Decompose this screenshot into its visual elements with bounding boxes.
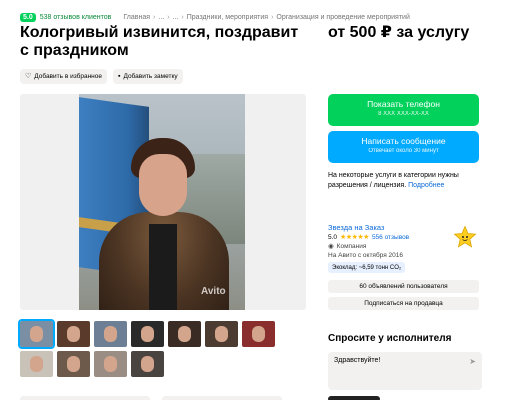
shirt [149, 224, 177, 310]
seller-rating: 5.0 [328, 233, 338, 241]
breadcrumb-ellipsis-2[interactable]: ... [173, 14, 179, 21]
thumbnail-face [141, 326, 154, 342]
breadcrumb-separator: › [181, 13, 184, 21]
thumbnail-face [104, 356, 117, 372]
thumbnail-face [67, 326, 80, 342]
breadcrumb-separator: › [167, 13, 170, 21]
thumbnail[interactable] [57, 321, 90, 347]
write-message-label: Написать сообщение [361, 136, 446, 146]
main-photo-gallery[interactable]: Avito [20, 94, 306, 310]
seller-type: ◉ Компания [328, 242, 367, 251]
seller-rating-row: 5.0 ★★★★★ 556 отзывов [328, 233, 409, 242]
breadcrumb-holidays[interactable]: Праздники, мероприятия [187, 14, 268, 21]
main-photo[interactable]: Avito [79, 94, 245, 310]
bottom-partial-block [162, 396, 282, 400]
seller-reviews-link[interactable]: 556 отзывов [372, 234, 409, 241]
thumbnail-face [215, 326, 228, 342]
reviews-link[interactable]: 538 отзывов клиентов [40, 14, 112, 21]
thumbnail-face [252, 326, 265, 342]
thumbnail-face [104, 326, 117, 342]
breadcrumb-separator: › [153, 13, 156, 21]
star-rating-icon: ★★★★★ [340, 234, 369, 241]
breadcrumb-home[interactable]: Главная [123, 14, 150, 21]
thumbnail[interactable] [131, 321, 164, 347]
write-message-button[interactable]: Написать сообщение Отвечает около 30 мин… [328, 131, 479, 163]
seller-ads-button[interactable]: 60 объявлений пользователя [328, 280, 479, 293]
breadcrumb-separator: › [271, 13, 274, 21]
thumbnail[interactable] [131, 351, 164, 377]
show-phone-button[interactable]: Показать телефон 8 XXX XXX-XX-XX [328, 94, 479, 126]
breadcrumb: Главная › ... › ... › Праздники, меропри… [123, 14, 410, 21]
bottom-partial-block [20, 396, 150, 400]
phone-masked: 8 XXX XXX-XX-XX [378, 111, 429, 117]
add-to-favorites-button[interactable]: ♡ Добавить в избранное [20, 69, 107, 84]
price: от 500 ₽ за услугу [328, 24, 470, 41]
thumbnail[interactable] [205, 321, 238, 347]
thumbnail[interactable] [242, 321, 275, 347]
rating-badge: 5.0 [20, 12, 36, 22]
seller-avatar[interactable] [453, 225, 477, 249]
face [139, 154, 187, 216]
license-more-link[interactable]: Подробнее [408, 182, 444, 189]
note-icon: ▪ [117, 73, 121, 80]
breadcrumb-ellipsis-1[interactable]: ... [158, 14, 164, 21]
breadcrumb-events[interactable]: Организация и проведение мероприятий [276, 14, 409, 21]
thumbnail[interactable] [168, 321, 201, 347]
add-note-label: Добавить заметку [123, 73, 178, 80]
thumbnail-face [141, 356, 154, 372]
avito-watermark: Avito [201, 286, 226, 297]
thumbnail-face [67, 356, 80, 372]
company-icon: ◉ [328, 243, 334, 250]
star-avatar-icon [453, 225, 477, 248]
bottom-partial-button[interactable] [328, 396, 380, 400]
thumbnail-strip [18, 319, 282, 377]
thumbnail[interactable] [57, 351, 90, 377]
subscribe-seller-button[interactable]: Подписаться на продавца [328, 297, 479, 310]
send-icon[interactable]: ➤ [469, 357, 476, 366]
ask-heading: Спросите у исполнителя [328, 333, 452, 344]
license-note: На некоторые услуги в категории нужны ра… [328, 171, 498, 191]
response-time: Отвечает около 30 минут [368, 148, 439, 154]
top-bar: 5.0 538 отзывов клиентов Главная › ... ›… [20, 10, 500, 24]
thumbnail[interactable] [94, 351, 127, 377]
message-input-value: Здравствуйте! [334, 357, 381, 364]
thumbnail-face [30, 326, 43, 342]
listing-actions: ♡ Добавить в избранное ▪ Добавить заметк… [20, 69, 183, 84]
eco-badge[interactable]: Экоклад: ~6,59 тонн CO₂ [328, 262, 406, 273]
thumbnail[interactable] [94, 321, 127, 347]
message-input[interactable]: Здравствуйте! ➤ [328, 352, 482, 390]
heart-icon: ♡ [25, 73, 32, 80]
thumbnail[interactable] [20, 351, 53, 377]
add-note-button[interactable]: ▪ Добавить заметку [112, 69, 183, 84]
thumbnail-face [30, 356, 43, 372]
thumbnail-face [178, 326, 191, 342]
page-title: Кологривый извинится, поздравит с праздн… [20, 24, 299, 59]
thumbnail[interactable] [18, 319, 55, 349]
seller-type-label: Компания [336, 242, 367, 250]
show-phone-label: Показать телефон [367, 99, 440, 109]
seller-since: На Авито с октября 2016 [328, 252, 403, 259]
add-to-favorites-label: Добавить в избранное [34, 73, 102, 80]
seller-name[interactable]: Звезда на Заказ [328, 223, 384, 232]
